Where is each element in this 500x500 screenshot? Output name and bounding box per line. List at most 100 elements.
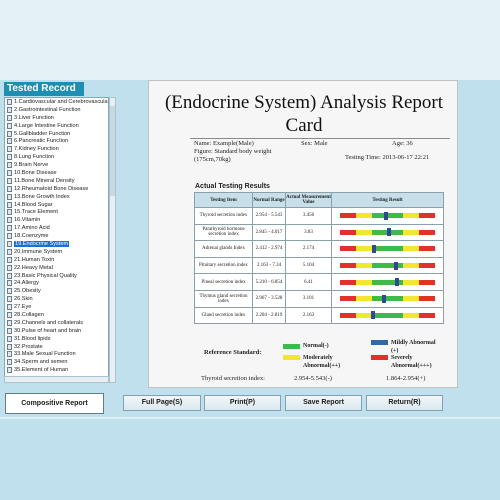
document-icon xyxy=(7,114,12,121)
tree-item[interactable]: 4.Large Intestine Function xyxy=(5,122,108,130)
tree-vertical-scrollbar[interactable] xyxy=(109,97,116,383)
tree-item[interactable]: 25.Obesity xyxy=(5,287,108,295)
tree-item[interactable]: 11.Bone Mineral Density xyxy=(5,177,108,185)
tree-item[interactable]: 1.Cardiovascular and Cerebrovascular xyxy=(5,98,108,106)
cell-value: 5.104 xyxy=(285,256,332,275)
cell-result xyxy=(331,256,444,275)
cell-result xyxy=(331,273,444,291)
result-bar xyxy=(340,311,435,320)
print-button[interactable]: Print(P) xyxy=(204,395,281,411)
tree-item-label: 5.Gallbladder Function xyxy=(14,130,71,137)
legend-swatch xyxy=(283,355,300,360)
tree-item-label: 12.Rheumatoid Bone Disease xyxy=(14,185,89,192)
result-bar-segment xyxy=(355,312,372,318)
document-icon xyxy=(7,256,12,263)
cell-item: Adrenal glands Index xyxy=(194,240,253,258)
tree-item[interactable]: 17.Amino Acid xyxy=(5,224,108,232)
tree-item[interactable]: 32.Prostate xyxy=(5,343,108,351)
document-icon xyxy=(7,327,12,334)
table-row: Thyroid secretion index 2.954 - 5.543 3.45… xyxy=(194,207,444,225)
result-bar-segment xyxy=(419,246,435,252)
legend-swatch xyxy=(371,355,388,360)
tree-item[interactable]: 12.Rheumatoid Bone Disease xyxy=(5,185,108,193)
legend-label: Moderately Abnormal(++) xyxy=(303,355,341,369)
result-bar-segment xyxy=(403,229,420,235)
tree-item[interactable]: 22.Heavy Metal xyxy=(5,264,108,272)
tree-item[interactable]: 9.Brain Nerve xyxy=(5,161,108,169)
document-icon xyxy=(7,106,12,113)
section-title: Actual Testing Results xyxy=(195,183,270,190)
tree-item[interactable]: 15.Trace Element xyxy=(5,208,108,216)
result-bar xyxy=(340,228,435,237)
return-button[interactable]: Return(R) xyxy=(366,395,443,411)
tree-item-label: 33.Male Sexual Function xyxy=(14,351,76,358)
cell-result xyxy=(331,240,444,258)
tree-item[interactable]: 23.Basic Physical Quality xyxy=(5,272,108,280)
document-icon xyxy=(7,209,12,216)
tree-item[interactable]: 19.Endocrine System xyxy=(5,240,108,248)
tree-item-label: 11.Bone Mineral Density xyxy=(14,177,75,184)
save-report-button[interactable]: Save Report xyxy=(285,395,362,411)
patient-figure: Figure: Standard body weight (175cm,70kg… xyxy=(194,148,272,163)
tree-item[interactable]: 34.Sperm and semen xyxy=(5,358,108,366)
tree-item[interactable]: 21.Human Toxin xyxy=(5,256,108,264)
tree-item[interactable]: 8.Lung Function xyxy=(5,153,108,161)
tree-item[interactable]: 2.Gastrointestinal Function xyxy=(5,106,108,114)
cell-value: 6.41 xyxy=(285,273,332,291)
result-bar-segment xyxy=(340,246,356,252)
tree-item[interactable]: 6.Pancreatic Function xyxy=(5,137,108,145)
result-bar-segment xyxy=(387,296,404,302)
tree-item[interactable]: 33.Male Sexual Function xyxy=(5,351,108,359)
tree-item-label: 27.Eye xyxy=(14,304,32,311)
result-marker xyxy=(395,278,400,287)
tree-item[interactable]: 3.Liver Function xyxy=(5,114,108,122)
tree-item[interactable]: 27.Eye xyxy=(5,303,108,311)
tree-item[interactable]: 7.Kidney Function xyxy=(5,145,108,153)
cell-item: Pineal secretion index xyxy=(194,273,253,291)
result-bar-segment xyxy=(419,279,435,285)
legend-label: Normal(-) xyxy=(303,343,329,349)
tree-item[interactable]: 30.Pulse of heart and brain xyxy=(5,327,108,335)
tree-item[interactable]: 20.Immune System xyxy=(5,248,108,256)
result-bar-segment xyxy=(340,263,356,269)
tree-item-label: 34.Sperm and semen xyxy=(14,359,68,366)
tree-item-label: 4.Large Intestine Function xyxy=(14,122,79,129)
tree-item[interactable]: 18.Coenzyme xyxy=(5,232,108,240)
legend-normal: Normal(-) xyxy=(283,343,368,349)
cell-value: 3.83 xyxy=(285,223,332,242)
reference-mild-range: 1.864-2.954(+) xyxy=(386,375,426,382)
full-page-button[interactable]: Full Page(S) xyxy=(123,395,201,411)
scrollbar-thumb[interactable] xyxy=(110,106,115,196)
document-icon xyxy=(7,177,12,184)
tree-item[interactable]: 16.Vitamin xyxy=(5,216,108,224)
tree-item[interactable]: 24.Allergy xyxy=(5,279,108,287)
table-row: Thymus gland secretion index 2.967 - 3.52… xyxy=(194,289,444,308)
tree-item[interactable]: 10.Bone Disease xyxy=(5,169,108,177)
result-bar xyxy=(340,211,435,220)
cell-result xyxy=(331,207,444,225)
tree-horizontal-scrollbar[interactable] xyxy=(4,376,109,383)
document-icon xyxy=(7,367,12,374)
document-icon xyxy=(7,217,12,224)
tree-item[interactable]: 29.Channels and collaterals xyxy=(5,319,108,327)
document-icon xyxy=(7,122,12,129)
column-header: Testing Result xyxy=(331,192,444,208)
legend-moderate: Moderately Abnormal(++) xyxy=(283,354,368,370)
tree-item[interactable]: 14.Blood Sugar xyxy=(5,201,108,209)
tree-item-label: 28.Collagen xyxy=(14,311,44,318)
tree-item[interactable]: 26.Skin xyxy=(5,295,108,303)
tree-item-label: 19.Endocrine System xyxy=(14,240,70,247)
cell-item: Thymus gland secretion index xyxy=(194,289,253,308)
tree-item-label: 16.Vitamin xyxy=(14,217,41,224)
tested-record-list[interactable]: 1.Cardiovascular and Cerebrovascular 2.Ga… xyxy=(4,97,109,383)
tree-item[interactable]: 31.Blood lipids xyxy=(5,335,108,343)
tree-item[interactable]: 5.Gallbladder Function xyxy=(5,130,108,138)
tree-item[interactable]: 28.Collagen xyxy=(5,311,108,319)
tree-item-label: 30.Pulse of heart and brain xyxy=(14,327,82,334)
tree-item[interactable]: 13.Bone Growth Index xyxy=(5,193,108,201)
result-marker xyxy=(381,294,386,303)
reference-standard-label: Reference Standard: xyxy=(204,349,262,356)
tree-item[interactable]: 35.Element of Human xyxy=(5,366,108,374)
cell-item: Thyroid secretion index xyxy=(194,207,253,225)
compositive-report-button[interactable]: Compositive Report xyxy=(5,393,104,414)
